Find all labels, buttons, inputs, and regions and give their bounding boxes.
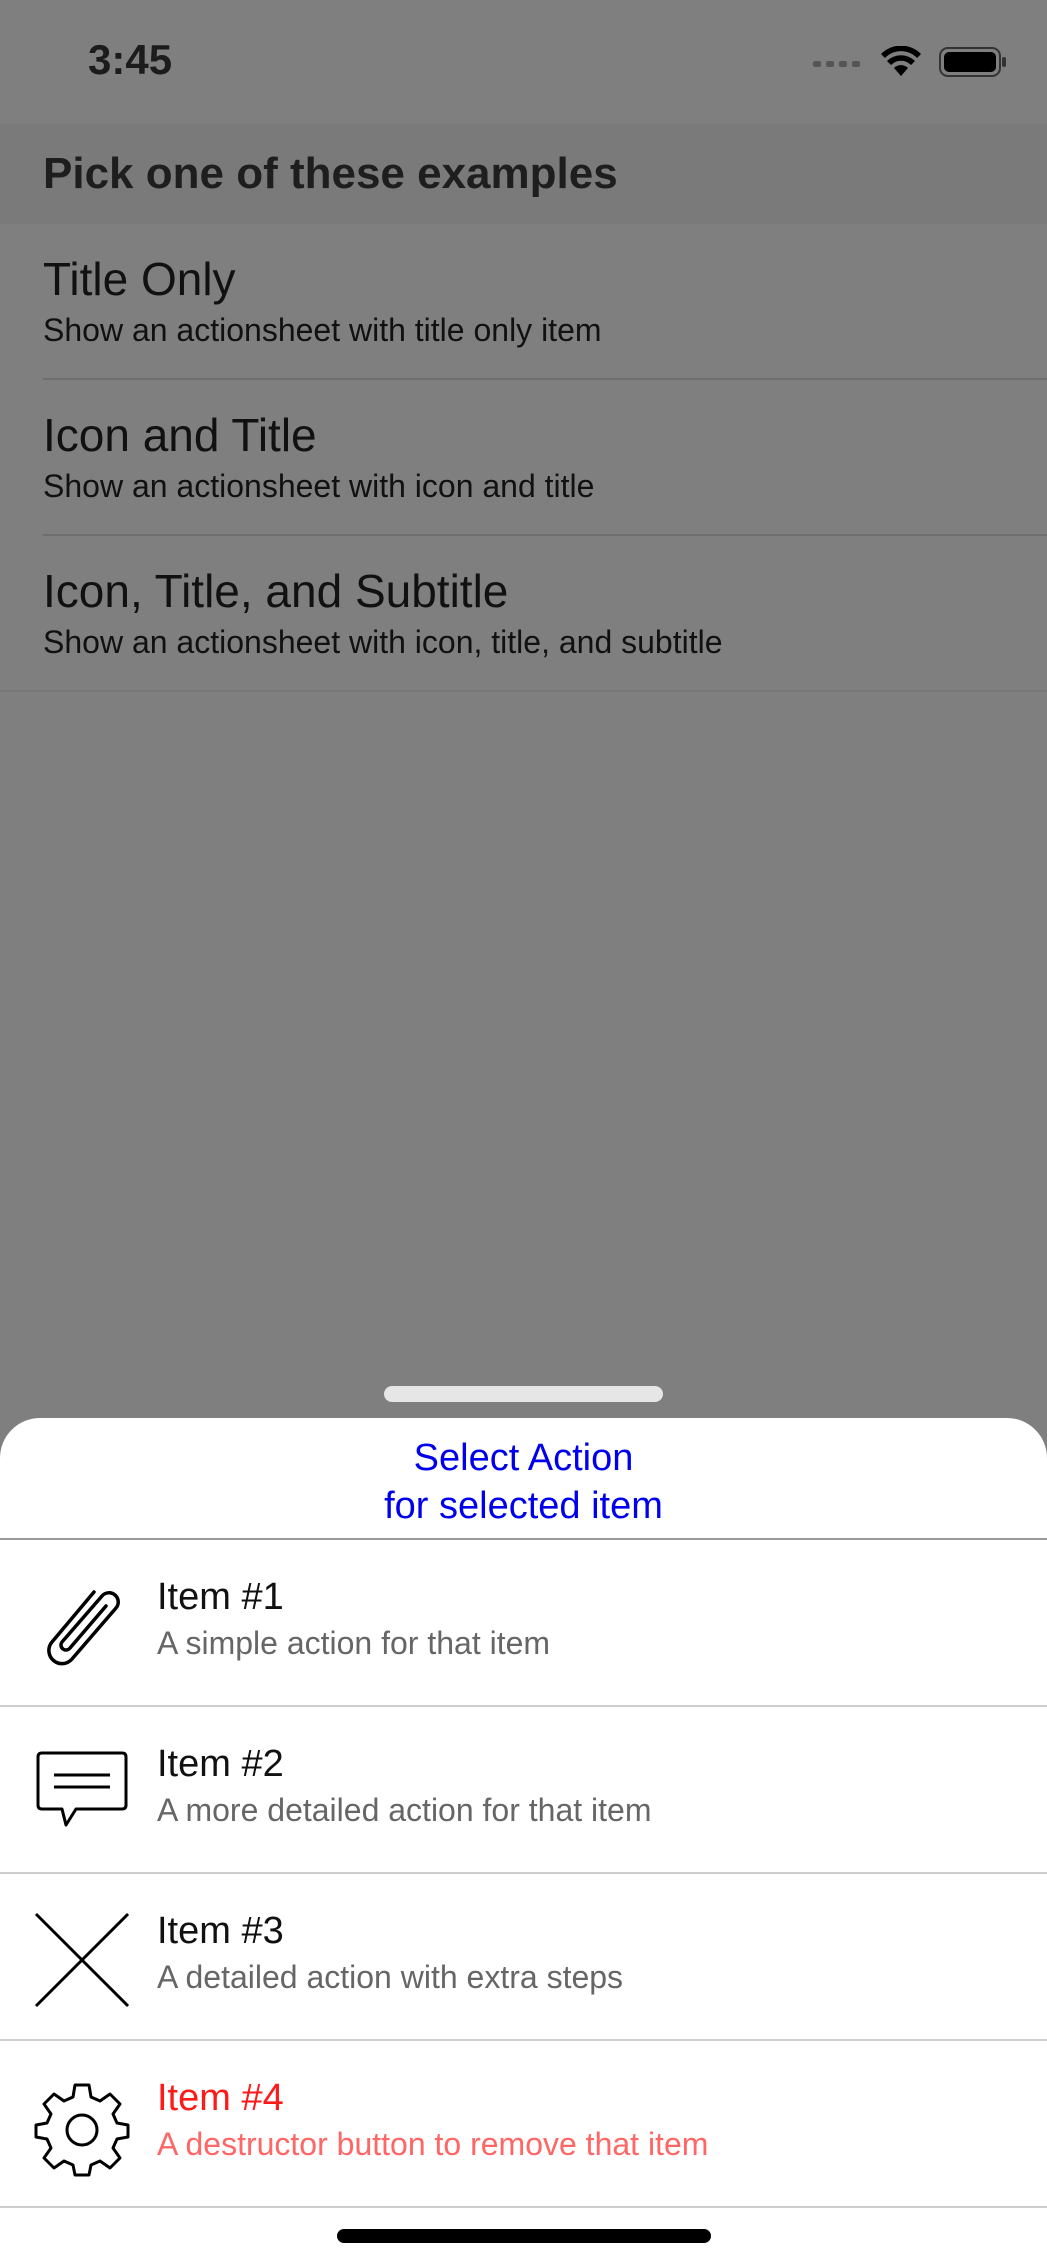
action-sheet: Select Action for selected item Item #1 … xyxy=(0,1418,1047,2267)
example-title: Icon and Title xyxy=(43,409,317,461)
home-indicator xyxy=(337,2229,711,2243)
example-subtitle: Show an actionsheet with icon and title xyxy=(43,468,595,504)
action-title: Item #1 xyxy=(157,1576,284,1618)
action-item-4-destructive[interactable]: Item #4 A destructor button to remove th… xyxy=(0,2041,1047,2208)
status-icons xyxy=(813,45,1007,83)
gear-icon xyxy=(32,2079,132,2179)
example-row-icon-and-title[interactable]: Icon and Title Show an actionsheet with … xyxy=(0,380,1047,536)
battery-icon xyxy=(939,46,1007,83)
action-item-1[interactable]: Item #1 A simple action for that item xyxy=(0,1540,1047,1707)
action-sheet-header: Select Action for selected item xyxy=(0,1418,1047,1538)
example-row-icon-title-subtitle[interactable]: Icon, Title, and Subtitle Show an action… xyxy=(0,536,1047,692)
example-title: Title Only xyxy=(43,253,236,305)
screen: 3:45 Pick one of these examples Title On… xyxy=(0,0,1047,2267)
examples-list: Title Only Show an actionsheet with titl… xyxy=(0,224,1047,692)
action-subtitle: A simple action for that item xyxy=(157,1625,551,1661)
cellular-dots-icon xyxy=(813,56,863,74)
sheet-grabber[interactable] xyxy=(384,1386,663,1402)
action-subtitle: A detailed action with extra steps xyxy=(157,1959,624,1995)
status-time: 3:45 xyxy=(88,36,173,83)
message-bubble-icon xyxy=(32,1745,132,1845)
action-title: Item #2 xyxy=(157,1743,284,1785)
example-title: Icon, Title, and Subtitle xyxy=(43,565,509,617)
action-title: Item #4 xyxy=(157,2077,284,2119)
action-subtitle: A destructor button to remove that item xyxy=(157,2126,709,2162)
wifi-icon xyxy=(881,45,921,83)
example-subtitle: Show an actionsheet with title only item xyxy=(43,312,602,348)
action-subtitle: A more detailed action for that item xyxy=(157,1792,652,1828)
row-divider xyxy=(0,690,1047,692)
action-item-3[interactable]: Item #3 A detailed action with extra ste… xyxy=(0,1874,1047,2041)
action-title: Item #3 xyxy=(157,1910,284,1952)
section-header-title: Pick one of these examples xyxy=(43,149,618,198)
status-bar: 3:45 xyxy=(0,0,1047,124)
action-item-2[interactable]: Item #2 A more detailed action for that … xyxy=(0,1707,1047,1874)
action-sheet-title: Select Action xyxy=(413,1437,634,1479)
example-row-title-only[interactable]: Title Only Show an actionsheet with titl… xyxy=(0,224,1047,380)
action-sheet-subtitle: for selected item xyxy=(384,1485,663,1527)
action-list: Item #1 A simple action for that item It… xyxy=(0,1540,1047,2208)
section-header: Pick one of these examples xyxy=(0,124,1047,224)
close-icon xyxy=(32,1912,132,2012)
example-subtitle: Show an actionsheet with icon, title, an… xyxy=(43,624,723,660)
paperclip-icon xyxy=(32,1578,132,1678)
